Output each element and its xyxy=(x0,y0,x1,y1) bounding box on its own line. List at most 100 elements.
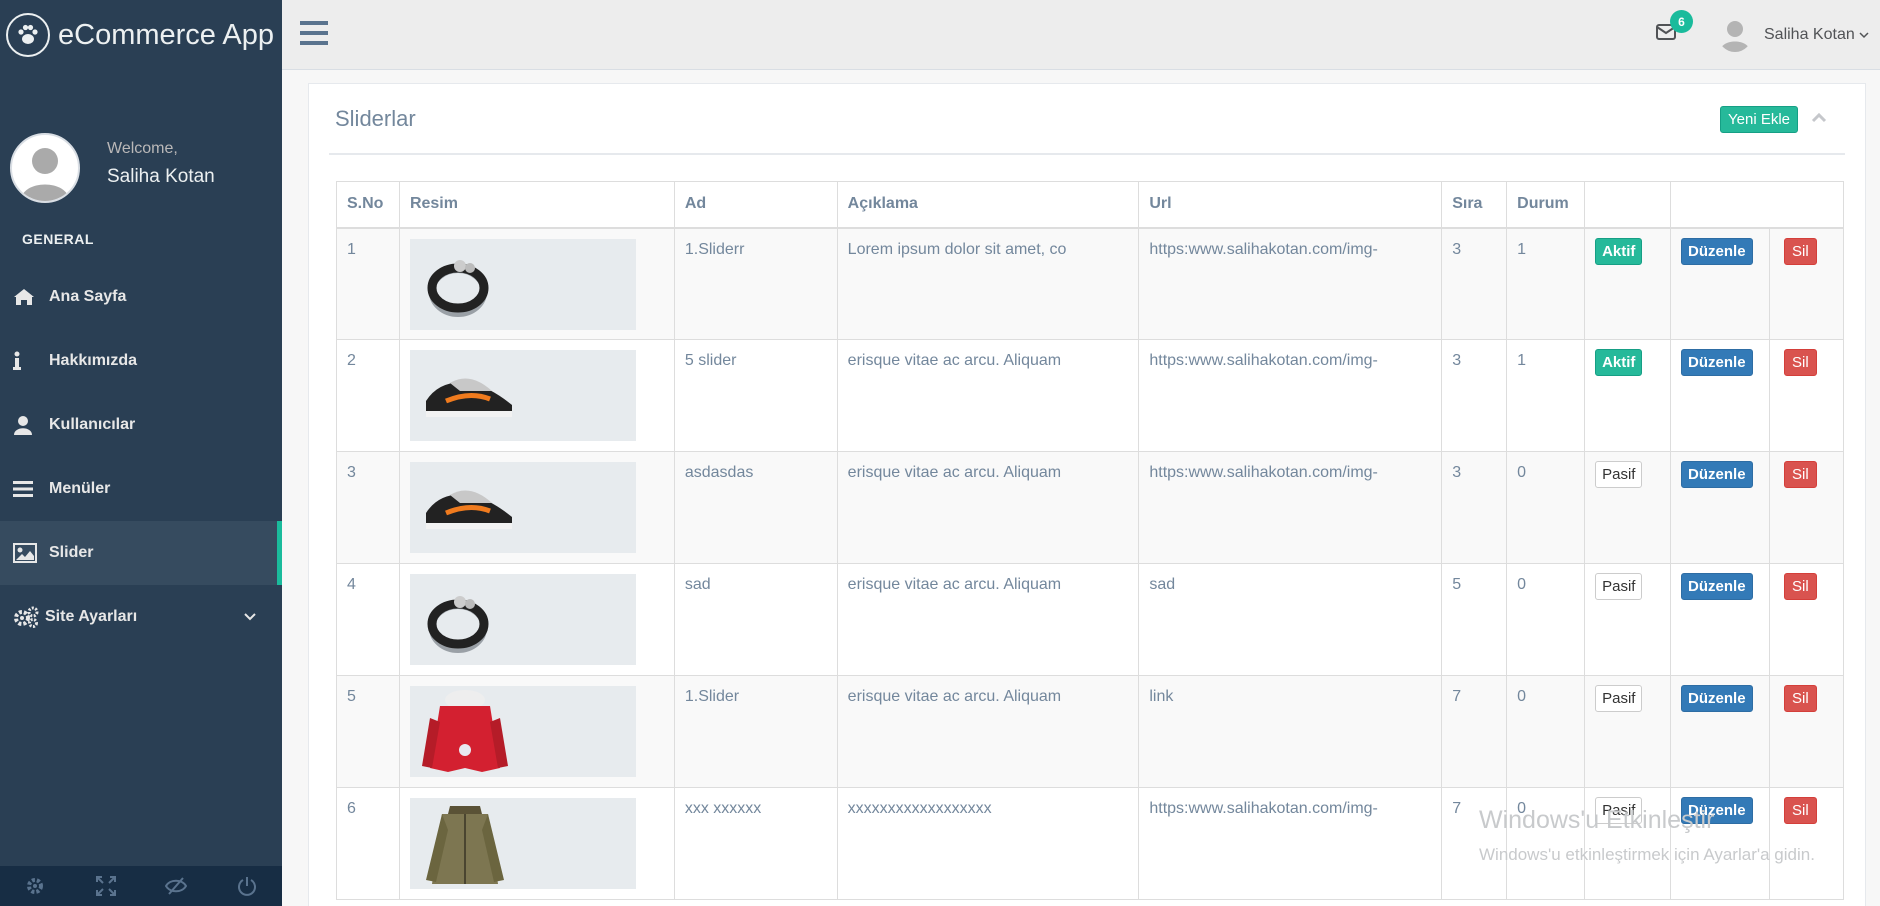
cell-ad: xxx xxxxxx xyxy=(673,787,838,900)
delete-button[interactable]: Sil xyxy=(1783,349,1817,376)
cell-status: Aktif xyxy=(1584,227,1672,340)
cell-image xyxy=(398,227,675,340)
image-icon xyxy=(13,543,49,563)
cell-status: Pasif xyxy=(1584,451,1672,564)
section-title: GENERAL xyxy=(22,231,94,247)
cell-ad: 5 slider xyxy=(673,339,838,452)
edit-button[interactable]: Düzenle xyxy=(1681,237,1753,265)
cell-image xyxy=(398,675,675,788)
cell-edit: Düzenle xyxy=(1670,563,1770,676)
cell-delete: Sil xyxy=(1768,563,1845,676)
brand[interactable]: eCommerce App xyxy=(0,0,282,70)
cell-edit: Düzenle xyxy=(1670,227,1770,340)
user-icon xyxy=(13,415,49,435)
cell-ad: 1.Slider xyxy=(673,675,838,788)
sidebar-item-label: Kullanıcılar xyxy=(49,416,136,433)
edit-button[interactable]: Düzenle xyxy=(1681,461,1753,488)
cell-sno: 3 xyxy=(336,451,400,564)
sidebar-footer xyxy=(0,866,282,906)
table-row: 1 1.Sliderr Lorem ipsum dolor sit amet, co… xyxy=(336,227,1845,340)
user-menu[interactable]: Saliha Kotan xyxy=(1718,18,1869,52)
cell-sno: 1 xyxy=(336,227,400,340)
sidebar-item-label: Menüler xyxy=(49,480,111,497)
cell-sira: 7 xyxy=(1441,675,1508,788)
cell-sira: 5 xyxy=(1441,563,1508,676)
cell-status: Pasif xyxy=(1584,675,1672,788)
profile-name: Saliha Kotan xyxy=(107,165,215,187)
cell-url: https:www.salihakotan.com/img- xyxy=(1138,339,1443,452)
table-row: 5 1.Slider erisque vitae ac arcu. Aliquam l… xyxy=(336,675,1845,788)
sidebar-item-hakkimizda[interactable]: Hakkımızda xyxy=(0,329,282,393)
delete-button[interactable]: Sil xyxy=(1783,461,1817,488)
cell-sno: 6 xyxy=(336,787,400,900)
delete-button[interactable]: Sil xyxy=(1783,237,1817,265)
cell-image xyxy=(398,339,675,452)
user-name: Saliha Kotan xyxy=(1764,26,1855,43)
cell-ad: asdasdas xyxy=(673,451,838,564)
header-durum: Durum xyxy=(1506,181,1586,229)
cell-ad: 1.Sliderr xyxy=(673,227,838,340)
sidebar-item-ana-sayfa[interactable]: Ana Sayfa xyxy=(0,265,282,329)
cell-aciklama: erisque vitae ac arcu. Aliquam xyxy=(836,675,1140,788)
settings-icon[interactable] xyxy=(0,866,71,906)
header-sno: S.No xyxy=(336,181,400,229)
status-button[interactable]: Aktif xyxy=(1595,237,1643,265)
cell-durum: 1 xyxy=(1506,339,1586,452)
cell-delete: Sil xyxy=(1768,339,1845,452)
slider-thumbnail xyxy=(409,798,636,889)
header-url: Url xyxy=(1138,181,1443,229)
table-row: 3 asdasdas erisque vitae ac arcu. Aliquam h… xyxy=(336,451,1845,564)
table-header-row: S.No Resim Ad Açıklama Url Sıra Durum xyxy=(336,181,1844,229)
fullscreen-icon[interactable] xyxy=(71,866,142,906)
add-new-button[interactable]: Yeni Ekle xyxy=(1720,106,1798,133)
cell-sno: 4 xyxy=(336,563,400,676)
cell-durum: 0 xyxy=(1506,563,1586,676)
status-button[interactable]: Pasif xyxy=(1595,573,1643,600)
sidebar-item-menuler[interactable]: Menüler xyxy=(0,457,282,521)
status-button[interactable]: Aktif xyxy=(1595,349,1643,376)
power-icon[interactable] xyxy=(212,866,283,906)
header-ad: Ad xyxy=(673,181,838,229)
status-button[interactable]: Pasif xyxy=(1595,685,1643,712)
bars-icon xyxy=(13,481,49,497)
activation-watermark: Windows'u Etkinleştir Windows'u etkinleş… xyxy=(1479,806,1815,865)
cell-aciklama: erisque vitae ac arcu. Aliquam xyxy=(836,451,1140,564)
app-title: eCommerce App xyxy=(58,18,274,51)
menu-toggle-icon[interactable] xyxy=(300,20,328,51)
eye-slash-icon[interactable] xyxy=(141,866,212,906)
sidebar-item-slider[interactable]: Slider xyxy=(0,521,282,585)
header-sira: Sıra xyxy=(1441,181,1508,229)
cell-sira: 3 xyxy=(1441,339,1508,452)
edit-button[interactable]: Düzenle xyxy=(1681,349,1753,376)
divider xyxy=(329,153,1845,155)
edit-button[interactable]: Düzenle xyxy=(1681,685,1753,712)
chevron-up-icon[interactable] xyxy=(1811,110,1827,128)
watermark-subtitle: Windows'u etkinleştirmek için Ayarlar'a … xyxy=(1479,845,1815,864)
home-icon xyxy=(13,288,49,306)
header-aciklama: Açıklama xyxy=(836,181,1140,229)
watermark-title: Windows'u Etkinleştir xyxy=(1479,806,1715,834)
sidebar-item-kullanicilar[interactable]: Kullanıcılar xyxy=(0,393,282,457)
cell-edit: Düzenle xyxy=(1670,339,1770,452)
cell-edit: Düzenle xyxy=(1670,675,1770,788)
cell-image xyxy=(398,563,675,676)
cell-image xyxy=(398,787,675,900)
user-avatar xyxy=(1718,18,1752,52)
cell-url: link xyxy=(1138,675,1443,788)
sidebar-item-label: Slider xyxy=(49,544,94,561)
slider-thumbnail xyxy=(409,574,636,665)
cell-ad: sad xyxy=(673,563,838,676)
sidebar-item-site-ayarlari[interactable]: Site Ayarları xyxy=(0,585,282,649)
cell-url: https:www.salihakotan.com/img- xyxy=(1138,787,1443,900)
chevron-down-icon xyxy=(244,608,256,626)
cell-delete: Sil xyxy=(1768,451,1845,564)
sidebar: eCommerce App Welcome, Saliha Kotan GENE… xyxy=(0,0,282,906)
cell-sira: 3 xyxy=(1441,451,1508,564)
slider-thumbnail xyxy=(409,462,636,553)
edit-button[interactable]: Düzenle xyxy=(1681,573,1753,600)
delete-button[interactable]: Sil xyxy=(1783,685,1817,712)
gears-icon xyxy=(13,606,45,628)
delete-button[interactable]: Sil xyxy=(1783,573,1817,600)
status-button[interactable]: Pasif xyxy=(1595,461,1643,488)
paw-icon xyxy=(6,13,50,57)
